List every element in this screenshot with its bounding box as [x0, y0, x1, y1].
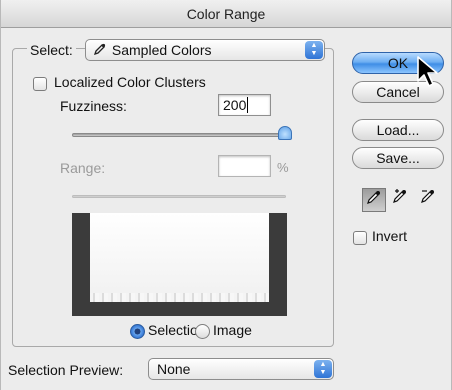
localized-clusters-label: Localized Color Clusters: [54, 74, 206, 90]
radio-image-label: Image: [213, 322, 252, 338]
fuzziness-input[interactable]: 200: [218, 94, 271, 116]
range-unit: %: [277, 160, 289, 175]
invert-label: Invert: [372, 228, 408, 244]
mouse-cursor-icon: [416, 55, 442, 92]
preview-paper: [90, 213, 269, 297]
range-slider-track: [72, 195, 286, 198]
selection-preview-popup[interactable]: None ▲ ▼: [148, 358, 334, 380]
invert-checkbox[interactable]: [353, 231, 367, 245]
popup-arrows-icon: ▲ ▼: [314, 360, 332, 378]
fuzziness-slider-thumb[interactable]: [278, 126, 292, 140]
radio-selection[interactable]: [130, 324, 145, 339]
save-button[interactable]: Save...: [352, 147, 444, 169]
range-label: Range:: [60, 160, 106, 176]
select-value: Sampled Colors: [111, 42, 212, 58]
radio-image[interactable]: [195, 324, 210, 339]
fuzziness-slider-track[interactable]: [72, 133, 286, 137]
fuzziness-value: 200: [223, 97, 247, 113]
eyedropper-plus-icon[interactable]: [389, 188, 413, 212]
preview-torn-edge: [90, 293, 269, 302]
window-title: Color Range: [1, 0, 451, 28]
eyedropper-icon[interactable]: [362, 188, 386, 212]
selection-preview-label: Selection Preview:: [8, 362, 124, 378]
selection-preview-image: [72, 213, 287, 316]
select-label: Select:: [27, 42, 76, 58]
range-input[interactable]: [218, 155, 271, 177]
select-popup[interactable]: Sampled Colors ▲ ▼: [85, 39, 325, 61]
localized-clusters-checkbox[interactable]: [33, 77, 47, 91]
fuzziness-label: Fuzziness:: [60, 98, 127, 114]
eyedropper-minus-icon[interactable]: [417, 188, 441, 212]
color-range-dialog: Color Range Select: Sampled Colors ▲ ▼ Lo…: [0, 0, 452, 390]
eyedropper-icon: [93, 40, 108, 60]
selection-preview-value: None: [157, 361, 191, 377]
popup-arrows-icon: ▲ ▼: [305, 41, 323, 59]
load-button[interactable]: Load...: [352, 119, 444, 141]
